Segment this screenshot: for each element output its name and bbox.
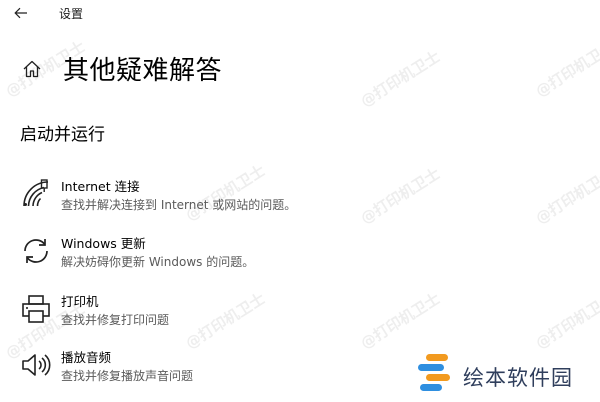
item-description: 查找并解决连接到 Internet 或网站的问题。 [61, 198, 297, 212]
brand-logo-icon [416, 352, 456, 396]
troubleshooter-audio[interactable]: 播放音频 查找并修复播放声音问题 [16, 347, 396, 399]
item-title: Internet 连接 [61, 179, 140, 194]
item-description: 查找并修复打印问题 [61, 313, 170, 327]
refresh-icon [20, 235, 52, 267]
troubleshooter-internet[interactable]: Internet 连接 查找并解决连接到 Internet 或网站的问题。 [16, 176, 396, 228]
home-button[interactable] [20, 57, 44, 81]
watermark-text: @打印机卫士 [532, 289, 600, 353]
back-arrow-icon [14, 7, 27, 19]
item-description: 查找并修复播放声音问题 [61, 369, 194, 383]
watermark-text: @打印机卫士 [532, 37, 600, 101]
item-title: 播放音频 [61, 350, 112, 365]
watermark-text: @打印机卫士 [532, 164, 600, 228]
brand-name: 绘本软件园 [463, 366, 573, 390]
speaker-icon [20, 349, 52, 381]
troubleshooter-printer[interactable]: 打印机 查找并修复打印问题 [16, 291, 396, 343]
section-title: 启动并运行 [20, 125, 105, 145]
printer-icon [20, 293, 52, 325]
home-icon [23, 60, 41, 78]
back-button[interactable] [8, 2, 34, 24]
item-title: 打印机 [61, 294, 99, 309]
item-description: 解决妨碍你更新 Windows 的问题。 [61, 255, 255, 269]
title-bar: 设置 [0, 0, 600, 28]
item-title: Windows 更新 [61, 236, 146, 251]
app-title: 设置 [59, 7, 84, 21]
watermark-text: @打印机卫士 [357, 47, 444, 111]
wifi-icon [20, 178, 52, 210]
troubleshooter-windows-update[interactable]: Windows 更新 解决妨碍你更新 Windows 的问题。 [16, 233, 396, 285]
page-title: 其他疑难解答 [63, 56, 223, 86]
